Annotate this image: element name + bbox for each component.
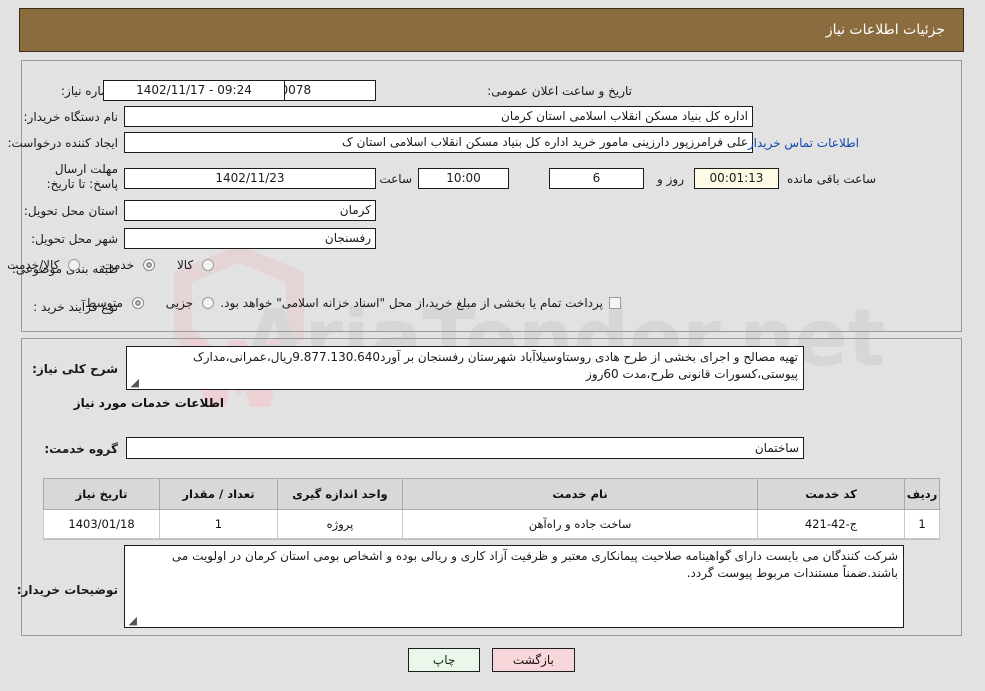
deadline-label: مهلت ارسال پاسخ: تا تاریخ: — [47, 162, 119, 191]
radio-icon[interactable] — [203, 259, 215, 271]
cell-name: ساخت جاده و راه‌آهن — [403, 509, 759, 539]
buyer-notes-label: توضیحات خریدار: — [17, 583, 119, 597]
radio-icon[interactable] — [203, 297, 215, 309]
column-header-quantity: تعداد / مقدار — [160, 478, 279, 510]
cell-need-date: 1403/01/18 — [43, 509, 162, 539]
column-header-date: تاریخ نیاز — [43, 478, 162, 510]
resize-grip-icon[interactable]: ◢ — [130, 377, 140, 388]
public-announce-label: تاریخ و ساعت اعلان عمومی: — [488, 84, 633, 98]
province-label: استان محل تحویل: — [24, 204, 119, 218]
page-title: جزئیات اطلاعات نیاز — [826, 22, 946, 38]
summary-label: شرح کلی نیاز: — [33, 362, 119, 376]
table-header-row: ردیف کد خدمت نام خدمت واحد اندازه گیری ت… — [43, 478, 941, 510]
treasury-checkbox-row[interactable]: پرداخت تمام یا بخشی از مبلغ خرید،از محل … — [221, 296, 622, 310]
creator-label: ایجاد کننده درخواست: — [8, 136, 119, 150]
column-header-code: کد خدمت — [757, 478, 907, 510]
summary-textarea[interactable]: تهیه مصالح و اجرای بخشی از طرح هادی روست… — [127, 346, 805, 390]
summary-text: تهیه مصالح و اجرای بخشی از طرح هادی روست… — [194, 350, 799, 381]
deadline-date-value: 1402/11/23 — [125, 168, 377, 189]
category-radio-group[interactable]: کالا خدمت کالا/خدمت — [0, 258, 215, 272]
city-value: رفسنجان — [125, 228, 377, 249]
service-group-value: ساختمان — [127, 437, 805, 459]
buyer-notes-textarea[interactable]: شرکت کنندگان می بایست دارای گواهینامه صل… — [125, 545, 905, 628]
services-table: ردیف کد خدمت نام خدمت واحد اندازه گیری ت… — [43, 478, 941, 539]
cell-index: 1 — [905, 509, 941, 539]
city-label: شهر محل تحویل: — [32, 232, 119, 246]
remaining-days-label: روز و — [658, 172, 685, 186]
public-announce-value: 09:24 - 1402/11/17 — [104, 80, 286, 101]
column-header-unit: واحد اندازه گیری — [277, 478, 405, 510]
deadline-hour-label: ساعت — [380, 172, 413, 186]
service-group-label: گروه خدمت: — [45, 442, 119, 456]
table-row: 1 ج-42-421 ساخت جاده و راه‌آهن پروژه 1 1… — [43, 509, 941, 539]
category-option-1-label: خدمت — [103, 258, 136, 272]
process-radio-group[interactable]: جزیی متوسط — [64, 296, 215, 310]
radio-icon[interactable] — [143, 259, 156, 271]
process-option-1-label: متوسط — [86, 296, 124, 310]
category-option-2-label: کالا/خدمت — [8, 258, 61, 272]
category-option-0[interactable]: کالا — [178, 258, 215, 272]
province-value: کرمان — [125, 200, 377, 221]
cell-quantity: 1 — [160, 509, 279, 539]
buyer-org-label: نام دستگاه خریدار: — [24, 110, 120, 124]
process-option-0[interactable]: جزیی — [167, 296, 215, 310]
buyer-org-value: اداره کل بنیاد مسکن انقلاب اسلامی استان … — [125, 106, 754, 127]
print-button[interactable]: چاپ — [409, 648, 482, 672]
resize-grip-icon[interactable]: ◢ — [128, 615, 138, 626]
column-header-name: نام خدمت — [403, 478, 759, 510]
process-option-0-label: جزیی — [166, 296, 195, 310]
remaining-countdown-value: 00:01:13 — [695, 168, 780, 189]
category-option-2[interactable]: کالا/خدمت — [8, 258, 82, 272]
page-header: جزئیات اطلاعات نیاز — [20, 8, 965, 52]
cell-unit: پروژه — [277, 509, 405, 539]
treasury-checkbox-label: پرداخت تمام یا بخشی از مبلغ خرید،از محل … — [221, 296, 604, 310]
radio-icon[interactable] — [69, 259, 82, 271]
category-option-1[interactable]: خدمت — [103, 258, 156, 272]
column-header-index: ردیف — [905, 478, 941, 510]
buyer-contact-link[interactable]: اطلاعات تماس خریدار — [749, 136, 860, 150]
cell-code: ج-42-421 — [757, 509, 907, 539]
footer-buttons: بازگشت چاپ — [0, 648, 985, 672]
buyer-notes-text: شرکت کنندگان می بایست دارای گواهینامه صل… — [172, 549, 899, 580]
remaining-suffix-label: ساعت باقی مانده — [787, 172, 877, 186]
category-option-0-label: کالا — [177, 258, 195, 272]
process-option-1[interactable]: متوسط — [86, 296, 145, 310]
remaining-days-value: 6 — [550, 168, 645, 189]
radio-icon[interactable] — [132, 297, 145, 309]
services-section-heading: اطلاعات خدمات مورد نیاز — [74, 396, 225, 410]
creator-value: علی فرامرزپور دارزینی مامور خرید اداره ک… — [125, 132, 754, 153]
deadline-hour-value: 10:00 — [419, 168, 510, 189]
back-button[interactable]: بازگشت — [492, 648, 576, 672]
checkbox-icon[interactable] — [610, 297, 622, 309]
